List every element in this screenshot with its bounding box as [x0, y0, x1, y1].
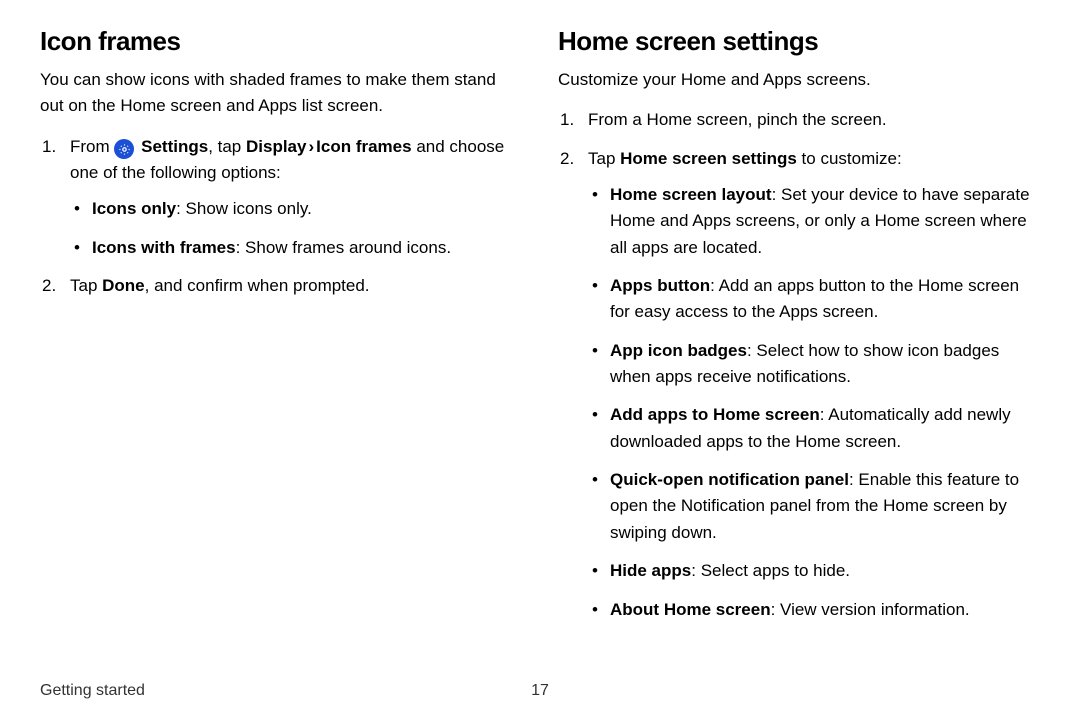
option-label: Icons with frames: [92, 238, 236, 257]
text: , tap: [208, 137, 246, 156]
step-2: Tap Done, and confirm when prompted.: [40, 273, 522, 299]
item-app-icon-badges: App icon badges: Select how to show icon…: [588, 338, 1040, 391]
step-1: From a Home screen, pinch the screen.: [558, 107, 1040, 133]
item-home-screen-layout: Home screen layout: Set your device to h…: [588, 182, 1040, 261]
steps-home-screen: From a Home screen, pinch the screen. Ta…: [558, 107, 1040, 623]
chevron-right-icon: ›: [306, 137, 316, 156]
item-label: About Home screen: [610, 600, 771, 619]
footer-section: Getting started: [40, 682, 145, 700]
intro-icon-frames: You can show icons with shaded frames to…: [40, 67, 522, 120]
text: Tap: [588, 149, 620, 168]
step-1: From Settings, tap Display›Icon frames a…: [40, 134, 522, 261]
item-about-home-screen: About Home screen: View version informat…: [588, 597, 1040, 623]
option-desc: : Show frames around icons.: [236, 238, 451, 257]
content-columns: Icon frames You can show icons with shad…: [40, 26, 1040, 674]
option-icons-with-frames: Icons with frames: Show frames around ic…: [70, 235, 522, 261]
item-label: App icon badges: [610, 341, 747, 360]
left-column: Icon frames You can show icons with shad…: [40, 26, 522, 674]
text: Tap: [70, 276, 102, 295]
settings-icon: [114, 139, 134, 159]
label-home-screen-settings: Home screen settings: [620, 149, 797, 168]
label-display: Display: [246, 137, 306, 156]
item-label: Apps button: [610, 276, 710, 295]
text: From: [70, 137, 114, 156]
page-number: 17: [531, 682, 549, 700]
heading-icon-frames: Icon frames: [40, 26, 522, 57]
item-label: Add apps to Home screen: [610, 405, 820, 424]
label-icon-frames: Icon frames: [316, 137, 411, 156]
item-hide-apps: Hide apps: Select apps to hide.: [588, 558, 1040, 584]
label-done: Done: [102, 276, 145, 295]
steps-icon-frames: From Settings, tap Display›Icon frames a…: [40, 134, 522, 300]
option-icons-only: Icons only: Show icons only.: [70, 196, 522, 222]
text: to customize:: [797, 149, 902, 168]
text: , and confirm when prompted.: [145, 276, 370, 295]
page-footer: Getting started 17: [40, 674, 1040, 700]
item-label: Hide apps: [610, 561, 691, 580]
item-label: Quick-open notification panel: [610, 470, 849, 489]
option-desc: : Show icons only.: [176, 199, 312, 218]
item-add-apps: Add apps to Home screen: Automatically a…: [588, 402, 1040, 455]
heading-home-screen-settings: Home screen settings: [558, 26, 1040, 57]
intro-home-screen: Customize your Home and Apps screens.: [558, 67, 1040, 93]
right-column: Home screen settings Customize your Home…: [558, 26, 1040, 674]
settings-list: Home screen layout: Set your device to h…: [588, 182, 1040, 623]
item-label: Home screen layout: [610, 185, 772, 204]
step-2: Tap Home screen settings to customize: H…: [558, 146, 1040, 623]
label-settings: Settings: [141, 137, 208, 156]
options-list: Icons only: Show icons only. Icons with …: [70, 196, 522, 261]
item-desc: : View version information.: [771, 600, 970, 619]
option-label: Icons only: [92, 199, 176, 218]
item-quick-open-notif: Quick-open notification panel: Enable th…: [588, 467, 1040, 546]
item-apps-button: Apps button: Add an apps button to the H…: [588, 273, 1040, 326]
item-desc: : Select apps to hide.: [691, 561, 850, 580]
